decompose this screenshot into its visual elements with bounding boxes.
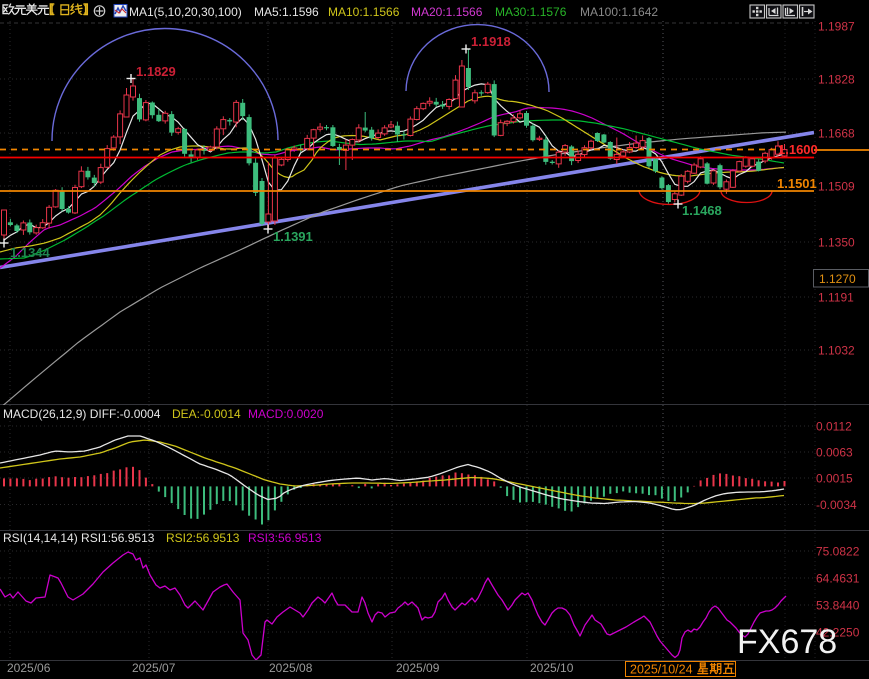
svg-text:1.1191: 1.1191 xyxy=(818,291,854,305)
svg-text:2025/07: 2025/07 xyxy=(132,661,176,675)
svg-text:MA5:1.1596: MA5:1.1596 xyxy=(254,5,319,19)
svg-text:2025/10: 2025/10 xyxy=(530,661,574,675)
svg-text:0.0015: 0.0015 xyxy=(816,472,853,486)
svg-text:1.1829: 1.1829 xyxy=(136,64,176,79)
svg-text:0.0112: 0.0112 xyxy=(816,420,852,434)
svg-text:1.1391: 1.1391 xyxy=(273,229,313,244)
svg-text:1.1344: 1.1344 xyxy=(10,245,51,260)
svg-text:1.1668: 1.1668 xyxy=(818,127,855,141)
svg-text:1.1350: 1.1350 xyxy=(818,236,855,250)
svg-text:2025/10/24: 2025/10/24 xyxy=(630,663,693,677)
svg-text:1.1918: 1.1918 xyxy=(471,34,511,49)
svg-text:1.1270: 1.1270 xyxy=(819,272,856,286)
svg-text:75.0822: 75.0822 xyxy=(816,545,860,559)
svg-text:1.1987: 1.1987 xyxy=(818,20,855,34)
svg-text:1.1828: 1.1828 xyxy=(818,73,855,87)
svg-text:FX678: FX678 xyxy=(737,623,837,661)
svg-text:1.1600: 1.1600 xyxy=(778,142,818,157)
svg-text:DEA:-0.0014: DEA:-0.0014 xyxy=(172,407,241,421)
svg-text:MA10:1.1566: MA10:1.1566 xyxy=(328,5,400,19)
svg-text:2025/09: 2025/09 xyxy=(396,661,440,675)
svg-text:1.1468: 1.1468 xyxy=(682,203,722,218)
svg-text:53.8440: 53.8440 xyxy=(816,599,860,613)
svg-text:-0.0034: -0.0034 xyxy=(816,498,857,512)
svg-text:0.0063: 0.0063 xyxy=(816,446,853,460)
svg-text:RSI(14,14,14) RSI1:56.9513: RSI(14,14,14) RSI1:56.9513 xyxy=(3,531,155,545)
svg-text:2025/08: 2025/08 xyxy=(269,661,313,675)
svg-text:1.1032: 1.1032 xyxy=(818,344,855,358)
svg-text:RSI2:56.9513: RSI2:56.9513 xyxy=(166,531,240,545)
svg-text:MACD:0.0020: MACD:0.0020 xyxy=(248,407,324,421)
svg-text:MA30:1.1576: MA30:1.1576 xyxy=(495,5,567,19)
svg-text:MA1(5,10,20,30,100): MA1(5,10,20,30,100) xyxy=(129,5,242,19)
svg-text:MACD(26,12,9) DIFF:-0.0004: MACD(26,12,9) DIFF:-0.0004 xyxy=(3,407,161,421)
svg-text:MA100:1.1642: MA100:1.1642 xyxy=(580,5,658,19)
svg-text:MA20:1.1566: MA20:1.1566 xyxy=(411,5,483,19)
svg-text:RSI3:56.9513: RSI3:56.9513 xyxy=(248,531,322,545)
svg-text:1.1501: 1.1501 xyxy=(777,176,817,191)
svg-text:1.1509: 1.1509 xyxy=(818,180,855,194)
svg-text:2025/06: 2025/06 xyxy=(7,661,51,675)
svg-text:64.4631: 64.4631 xyxy=(816,572,860,586)
